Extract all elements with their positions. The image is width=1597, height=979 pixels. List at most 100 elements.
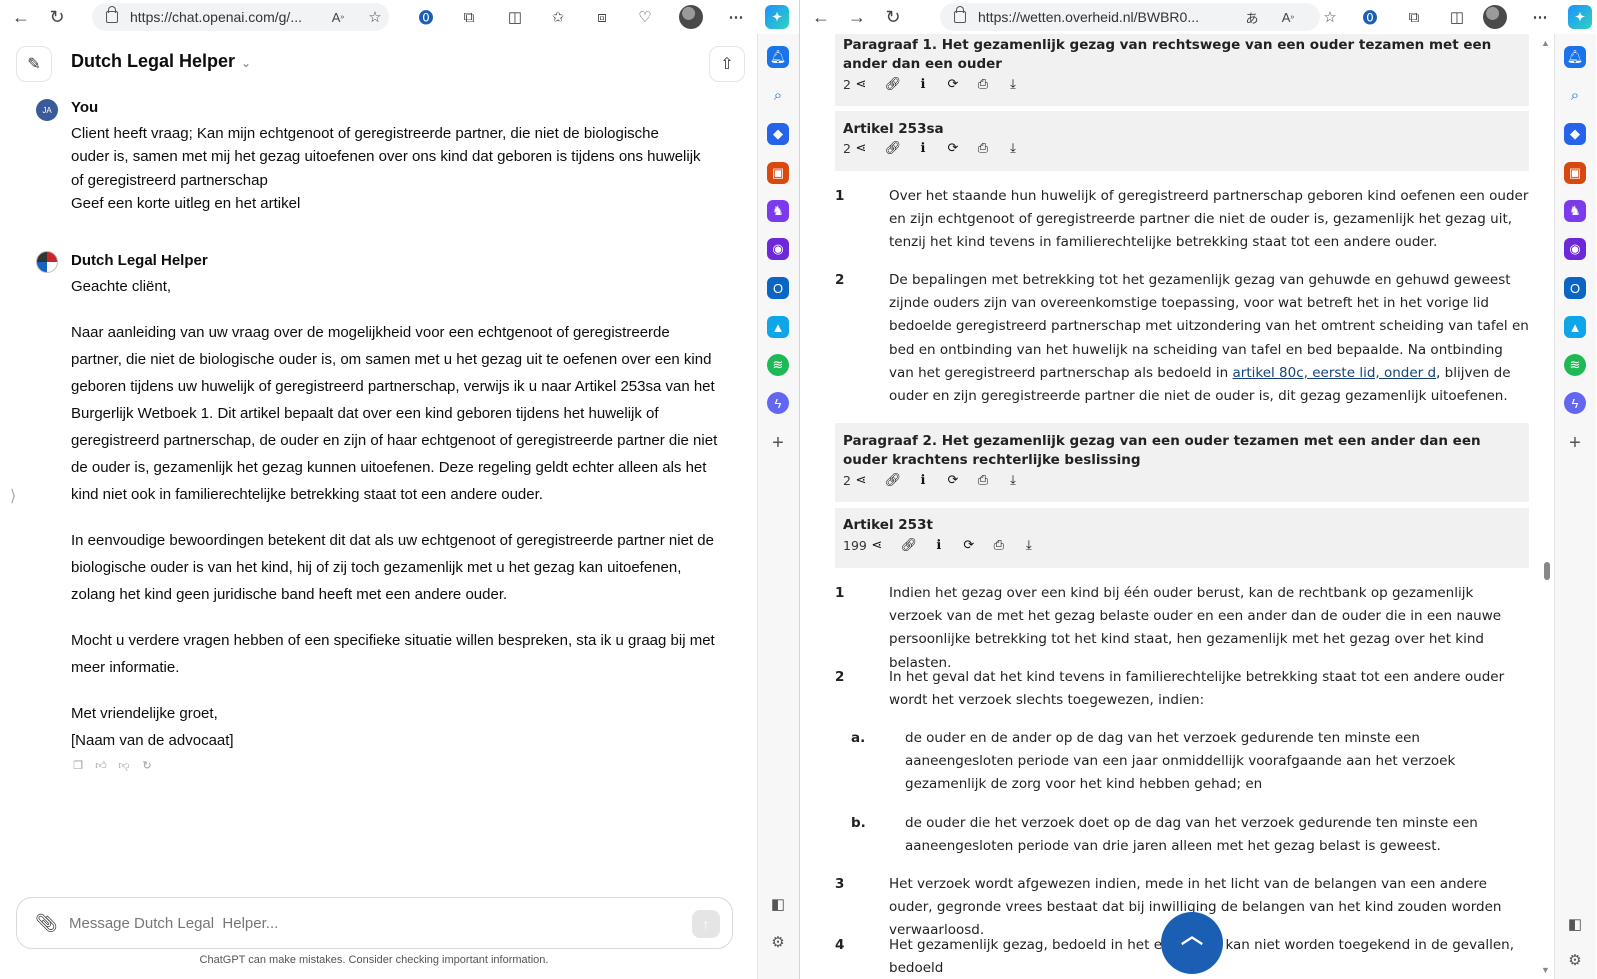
read-aloud-icon[interactable]: A» xyxy=(326,5,350,29)
shopping-icon[interactable]: ◆ xyxy=(1564,123,1586,145)
add-icon[interactable]: + xyxy=(1564,432,1586,454)
more-menu-icon[interactable]: ⋯ xyxy=(1528,5,1552,29)
extensions-icon[interactable]: ⧉ xyxy=(1402,5,1426,29)
back-icon[interactable]: ← xyxy=(6,2,36,32)
download-icon[interactable]: ⤓ xyxy=(1005,472,1021,488)
user-message-line: Client heeft vraag; Kan mijn echtgenoot … xyxy=(71,125,701,189)
browser-essentials-icon[interactable]: ♡ xyxy=(633,5,657,29)
drop-icon[interactable]: ▲ xyxy=(767,316,789,338)
split-screen-icon[interactable]: ◫ xyxy=(503,5,527,29)
thumbs-down-icon[interactable]: 👎︎ xyxy=(117,758,131,772)
back-to-top-button[interactable]: ︿ xyxy=(1161,912,1223,974)
info-icon[interactable]: ℹ xyxy=(915,140,931,156)
outlook-icon[interactable]: O xyxy=(1564,277,1586,299)
page-scrollbar[interactable]: ▲ ▼ xyxy=(1538,34,1554,979)
outlook-icon[interactable]: O xyxy=(767,277,789,299)
sidebar-toggle-icon[interactable]: ⟩ xyxy=(10,486,16,506)
disclaimer-text: ChatGPT can make mistakes. Consider chec… xyxy=(199,954,549,966)
copy-icon[interactable]: ❐ xyxy=(71,758,85,772)
refresh-icon[interactable]: ↻ xyxy=(878,2,908,32)
new-chat-button[interactable]: ✎ xyxy=(16,46,52,82)
thumbs-up-icon[interactable]: 👍︎ xyxy=(94,758,108,772)
games-icon[interactable]: ♞ xyxy=(1564,200,1586,222)
lid-text: Indien het gezag over een kind bij één o… xyxy=(889,585,1502,671)
microsoft365-icon[interactable]: ◉ xyxy=(767,238,789,260)
gpt-title-dropdown[interactable]: Dutch Legal Helper ⌄ xyxy=(71,51,251,72)
refresh-icon[interactable]: ↻ xyxy=(42,2,72,32)
notifications-icon[interactable]: 🔔︎ xyxy=(1564,46,1586,68)
share-count: 199 xyxy=(843,537,867,553)
games-icon[interactable]: ♞ xyxy=(767,200,789,222)
history-icon[interactable]: ⟳ xyxy=(961,537,977,553)
search-icon[interactable]: ⌕ xyxy=(767,84,789,106)
sidebar-panel-icon[interactable]: ◧ xyxy=(1564,913,1586,935)
split-screen-icon[interactable]: ◫ xyxy=(1445,5,1469,29)
lid-number: 1 xyxy=(835,188,845,204)
drop-icon[interactable]: ▲ xyxy=(1564,316,1586,338)
favorites-icon[interactable]: ✩ xyxy=(546,5,570,29)
share-icon[interactable]: ⋖ xyxy=(853,472,869,488)
info-icon[interactable]: ℹ xyxy=(915,472,931,488)
spotify-icon[interactable]: ≋ xyxy=(1564,354,1586,376)
copilot-icon[interactable]: ✦ xyxy=(1568,5,1592,29)
link-icon[interactable]: 🔗︎ xyxy=(901,537,918,553)
extensions-icon[interactable]: ⧉ xyxy=(457,5,481,29)
scroll-up-arrow-icon[interactable]: ▲ xyxy=(1541,38,1550,48)
search-icon[interactable]: ⌕ xyxy=(1564,84,1586,106)
print-icon[interactable]: ⎙ xyxy=(975,140,991,156)
info-icon[interactable]: ℹ xyxy=(931,537,947,553)
scroll-thumb[interactable] xyxy=(1544,562,1550,580)
download-icon[interactable]: ⤓ xyxy=(1005,76,1021,92)
shopping-icon[interactable]: ◆ xyxy=(767,123,789,145)
settings-gear-icon[interactable]: ⚙ xyxy=(767,931,789,953)
favorite-star-icon[interactable]: ☆ xyxy=(363,5,387,29)
password-manager-icon[interactable]: ⓿ xyxy=(414,5,438,29)
chatgpt-page: ✎ Dutch Legal Helper ⌄ ⇧ JA You Client he… xyxy=(0,34,758,979)
favorite-star-icon[interactable]: ☆ xyxy=(1318,5,1342,29)
link-icon[interactable]: 🔗︎ xyxy=(885,472,902,488)
notifications-icon[interactable]: 🔔︎ xyxy=(767,46,789,68)
messenger-icon[interactable]: ϟ xyxy=(1564,392,1586,414)
microsoft365-icon[interactable]: ◉ xyxy=(1564,238,1586,260)
message-input[interactable] xyxy=(69,914,669,932)
article-80c-link[interactable]: artikel 80c, eerste lid, onder d xyxy=(1233,365,1437,381)
password-manager-icon[interactable]: ⓿ xyxy=(1358,5,1382,29)
messenger-icon[interactable]: ϟ xyxy=(767,392,789,414)
history-icon[interactable]: ⟳ xyxy=(945,140,961,156)
send-button[interactable]: ↑ xyxy=(692,910,720,938)
link-icon[interactable]: 🔗︎ xyxy=(885,76,902,92)
paragraph-header: Paragraaf 1. Het gezamenlijk gezag van r… xyxy=(835,34,1529,106)
paperclip-icon[interactable]: 📎︎ xyxy=(35,913,58,934)
tools-icon[interactable]: ▣ xyxy=(1564,162,1586,184)
share-icon[interactable]: ⋖ xyxy=(853,140,869,156)
back-icon[interactable]: ← xyxy=(806,2,836,32)
print-icon[interactable]: ⎙ xyxy=(975,76,991,92)
info-icon[interactable]: ℹ xyxy=(915,76,931,92)
share-icon[interactable]: ⋖ xyxy=(869,537,885,553)
link-icon[interactable]: 🔗︎ xyxy=(885,140,902,156)
history-icon[interactable]: ⟳ xyxy=(945,472,961,488)
translate-icon[interactable]: あ xyxy=(1240,5,1264,29)
regenerate-icon[interactable]: ↻ xyxy=(140,758,154,772)
share-icon[interactable]: ⋖ xyxy=(853,76,869,92)
share-button[interactable]: ⇧ xyxy=(709,46,745,82)
scroll-down-arrow-icon[interactable]: ▼ xyxy=(1541,965,1550,975)
more-menu-icon[interactable]: ⋯ xyxy=(724,5,748,29)
collections-icon[interactable]: ⧈ xyxy=(590,5,614,29)
tools-icon[interactable]: ▣ xyxy=(767,162,789,184)
forward-icon[interactable]: → xyxy=(842,2,872,32)
copilot-icon[interactable]: ✦ xyxy=(765,5,789,29)
sublid-letter: a. xyxy=(851,730,866,746)
print-icon[interactable]: ⎙ xyxy=(975,472,991,488)
history-icon[interactable]: ⟳ xyxy=(945,76,961,92)
download-icon[interactable]: ⤓ xyxy=(1021,537,1037,553)
add-icon[interactable]: + xyxy=(767,432,789,454)
settings-gear-icon[interactable]: ⚙ xyxy=(1564,949,1586,971)
profile-avatar[interactable] xyxy=(1483,5,1507,29)
read-aloud-icon[interactable]: A» xyxy=(1276,5,1300,29)
download-icon[interactable]: ⤓ xyxy=(1005,140,1021,156)
spotify-icon[interactable]: ≋ xyxy=(767,354,789,376)
print-icon[interactable]: ⎙ xyxy=(991,537,1007,553)
sidebar-panel-icon[interactable]: ◧ xyxy=(767,893,789,915)
profile-avatar[interactable] xyxy=(679,5,703,29)
